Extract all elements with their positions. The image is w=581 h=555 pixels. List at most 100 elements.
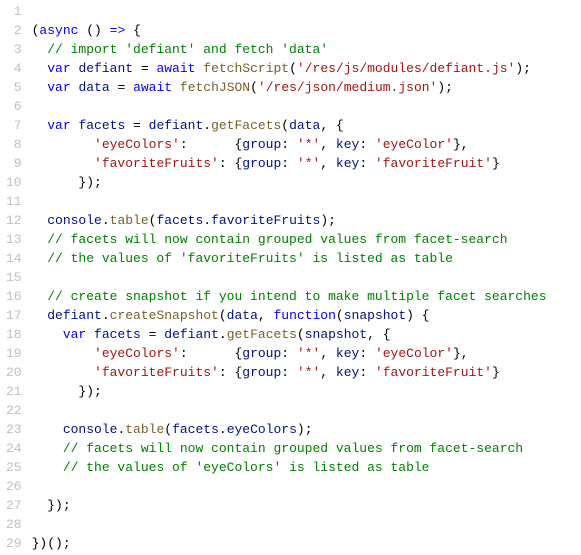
line-number: 11 [6,192,22,211]
token-pun: }); [32,498,71,513]
token-com: // create snapshot if you intend to make… [47,289,546,304]
code-line[interactable]: 'favoriteFruits': {group: '*', key: 'fav… [32,154,581,173]
code-line[interactable]: // facets will now contain grouped value… [32,230,581,249]
code-line[interactable]: var facets = defiant.getFacets(data, { [32,116,581,135]
token-pun: ( [289,61,297,76]
token-pun: } [492,365,500,380]
token-kw: var [63,327,86,342]
code-line[interactable]: var data = await fetchJSON('/res/json/me… [32,78,581,97]
token-ident: facets [156,213,203,228]
code-line[interactable]: // import 'defiant' and fetch 'data' [32,40,581,59]
code-line[interactable]: var defiant = await fetchScript('/res/js… [32,59,581,78]
token-fn: table [125,422,164,437]
code-line[interactable]: console.table(facets.eyeColors); [32,420,581,439]
token-prop: favoriteFruits [211,213,320,228]
token-ident: data [227,308,258,323]
token-pun: : [359,346,375,361]
code-line[interactable]: }); [32,496,581,515]
token-pun [32,441,63,456]
token-pun [32,289,48,304]
token-pun: : [281,346,297,361]
line-number: 19 [6,344,22,363]
code-line[interactable]: // the values of 'favoriteFruits' is lis… [32,249,581,268]
code-line[interactable] [32,192,581,211]
token-kw: var [47,80,70,95]
line-number: 18 [6,325,22,344]
code-line[interactable]: 'eyeColors': {group: '*', key: 'eyeColor… [32,344,581,363]
token-pun: = [133,61,156,76]
token-pun: , [320,365,336,380]
token-prop: key [336,346,359,361]
token-prop: group [242,156,281,171]
token-pun: , [320,137,336,152]
token-pun: }, [453,346,469,361]
code-line[interactable]: })(); [32,534,581,553]
code-line[interactable]: // the values of 'eyeColors' is listed a… [32,458,581,477]
token-pun [32,308,48,323]
token-pun: ); [320,213,336,228]
token-pun: . [102,308,110,323]
code-line[interactable]: }); [32,382,581,401]
code-line[interactable]: console.table(facets.favoriteFruits); [32,211,581,230]
code-line[interactable] [32,97,581,116]
token-pun: : [359,365,375,380]
token-ident: data [78,80,109,95]
line-number: 9 [6,154,22,173]
token-pun [32,346,94,361]
token-pun [32,422,63,437]
line-number: 8 [6,135,22,154]
token-prop: group [242,365,281,380]
code-line[interactable]: // create snapshot if you intend to make… [32,287,581,306]
token-pun [32,232,48,247]
token-pun: : [281,365,297,380]
code-line[interactable]: }); [32,173,581,192]
token-pun: . [203,118,211,133]
code-line[interactable]: var facets = defiant.getFacets(snapshot,… [32,325,581,344]
token-str: 'eyeColors' [94,346,180,361]
code-line[interactable]: (async () => { [32,21,581,40]
token-ident: snapshot [344,308,406,323]
code-line[interactable]: 'favoriteFruits': {group: '*', key: 'fav… [32,363,581,382]
token-pun: ( [281,118,289,133]
code-editor[interactable]: 1234567891011121314151617181920212223242… [0,0,581,555]
token-str: '*' [297,137,320,152]
code-content[interactable]: (async () => { // import 'defiant' and f… [32,2,581,553]
token-pun: }, [453,137,469,152]
token-pun: })(); [32,536,71,551]
token-fn: fetchJSON [180,80,250,95]
token-prop: group [242,346,281,361]
token-str: 'eyeColors' [94,137,180,152]
token-pun: ); [297,422,313,437]
token-prop: key [336,156,359,171]
code-line[interactable] [32,401,581,420]
line-number: 21 [6,382,22,401]
token-str: '*' [297,156,320,171]
token-pun [32,213,48,228]
token-pun [32,137,94,152]
code-line[interactable] [32,2,581,21]
token-pun: : { [219,365,242,380]
token-pun: : [281,137,297,152]
code-line[interactable]: // facets will now contain grouped value… [32,439,581,458]
token-pun: , { [367,327,390,342]
token-pun: }); [32,384,102,399]
code-line[interactable] [32,477,581,496]
code-line[interactable] [32,515,581,534]
token-pun: ( [297,327,305,342]
line-number: 10 [6,173,22,192]
token-kw: var [47,118,70,133]
token-pun: }); [32,175,102,190]
token-fn: getFacets [211,118,281,133]
token-com: // the values of 'favoriteFruits' is lis… [47,251,453,266]
code-line[interactable]: defiant.createSnapshot(data, function(sn… [32,306,581,325]
token-pun: : { [180,346,242,361]
token-fn: createSnapshot [110,308,219,323]
line-number: 13 [6,230,22,249]
token-kw: await [156,61,195,76]
code-line[interactable] [32,268,581,287]
code-line[interactable]: 'eyeColors': {group: '*', key: 'eyeColor… [32,135,581,154]
line-number: 25 [6,458,22,477]
token-pun [32,42,48,57]
token-com: // facets will now contain grouped value… [63,441,523,456]
token-fn: fetchScript [203,61,289,76]
